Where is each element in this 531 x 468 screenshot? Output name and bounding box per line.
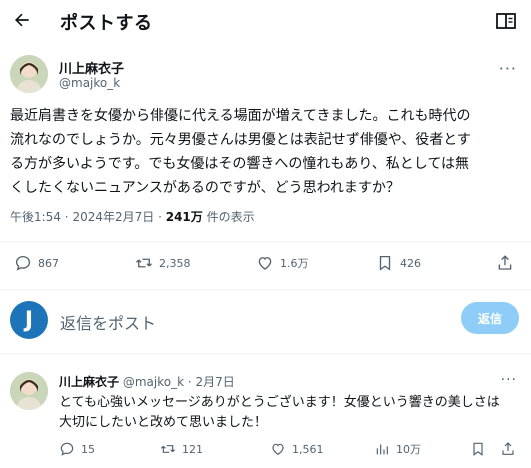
meta-separator: ·: [158, 210, 162, 224]
post-text-line: 流れなのでしょうか。元々男優さんは男優とは表記せず俳優や、役者とす: [10, 132, 471, 148]
avatar-image: [10, 372, 48, 410]
reply-input[interactable]: 返信をポスト: [60, 310, 156, 334]
repost-action[interactable]: 2,358: [135, 254, 191, 272]
repost-icon: [160, 445, 176, 453]
post-meta: 午後1:54 · 2024年2月7日 · 241万 件の表示: [10, 208, 255, 225]
post-text-line: る方が多いようです。でも女優はその響きへの憧れもあり、私としては無: [10, 156, 470, 172]
reply-text-line: 大切にしたいと改めて思いました！: [59, 415, 268, 430]
views-action[interactable]: 10万: [374, 441, 421, 457]
bookmark-count: 426: [400, 256, 421, 270]
post-time[interactable]: 午後1:54: [10, 210, 61, 224]
author-name[interactable]: 川上麻衣子: [59, 58, 124, 77]
back-button[interactable]: [8, 6, 36, 34]
arrow-left-icon: [15, 13, 29, 27]
like-count: 1.6万: [280, 257, 309, 270]
reply-date[interactable]: 2月7日: [196, 375, 235, 389]
avatar[interactable]: [10, 55, 48, 93]
reply-count: 15: [81, 442, 95, 456]
like-action[interactable]: 1,561: [270, 441, 324, 457]
reply-action[interactable]: 867: [14, 254, 59, 272]
bookmark-icon: [379, 255, 391, 271]
current-user-avatar[interactable]: J: [10, 301, 48, 339]
post-actions: 867 2,358 1.6万 426: [0, 246, 531, 286]
reply-action[interactable]: 15: [59, 441, 95, 457]
divider: [0, 241, 531, 242]
heart-icon: [258, 257, 272, 270]
analytics-icon: [376, 444, 388, 455]
share-action[interactable]: [500, 441, 522, 457]
author-handle[interactable]: @majko_k: [123, 375, 184, 389]
more-dots-icon: ···: [498, 59, 517, 78]
bookmark-action[interactable]: 426: [376, 254, 421, 272]
post-body: 最近肩書きを女優から俳優に代える場面が増えてきました。これも時代の 流れなのでし…: [10, 104, 521, 200]
author-name[interactable]: 川上麻衣子: [59, 375, 119, 389]
meta-separator: ·: [64, 210, 69, 224]
page-title: ポストする: [60, 13, 153, 34]
reply-icon: [15, 255, 31, 271]
share-action[interactable]: [496, 254, 520, 272]
reply-text-line: とても心強いメッセージありがとうございます！女優という響きの美しさは: [59, 395, 500, 410]
share-icon: [502, 442, 514, 455]
post-text-line: くしたくないニュアンスがあるのですが、どう思われますか？: [10, 180, 400, 196]
reply-count: 867: [38, 256, 59, 270]
meta-separator: ·: [187, 375, 192, 389]
avatar-image: [10, 55, 48, 93]
views-count: 10万: [396, 443, 421, 456]
more-button[interactable]: ···: [499, 59, 517, 78]
author-handle[interactable]: @majko_k: [59, 76, 120, 90]
views-count: 241万: [165, 210, 203, 224]
share-icon: [498, 255, 512, 270]
repost-action[interactable]: 121: [160, 441, 203, 457]
reply-tweet[interactable]: 川上麻衣子 @majko_k · 2月7日 ··· とても心強いメッセージありが…: [0, 368, 531, 468]
reader-mode-icon: [496, 13, 516, 29]
reply-submit-button[interactable]: 返信: [461, 302, 519, 334]
like-count: 1,561: [292, 442, 324, 456]
repost-count: 121: [182, 442, 203, 456]
more-dots-icon: ···: [500, 372, 517, 388]
repost-icon: [136, 258, 152, 268]
repost-count: 2,358: [159, 256, 191, 270]
post-author: 川上麻衣子 @majko_k ···: [10, 55, 521, 95]
bookmark-icon: [473, 442, 483, 456]
divider: [0, 289, 531, 290]
reader-mode-button[interactable]: [495, 11, 517, 31]
divider: [0, 353, 531, 354]
page-header: ポストする: [0, 0, 531, 42]
reply-compose: J 返信をポスト 返信: [0, 298, 531, 344]
reply-tweet-body: とても心強いメッセージありがとうございます！女優という響きの美しさは 大切にした…: [59, 393, 521, 433]
like-action[interactable]: 1.6万: [256, 254, 309, 272]
post-date[interactable]: 2024年2月7日: [72, 210, 154, 224]
more-button[interactable]: ···: [501, 372, 517, 388]
bookmark-action[interactable]: [470, 441, 492, 457]
reply-tweet-actions: 15 121 1,561 10万: [0, 438, 531, 462]
reply-tweet-header: 川上麻衣子 @majko_k · 2月7日: [59, 373, 235, 390]
post-text-line: 最近肩書きを女優から俳優に代える場面が増えてきました。これも時代の: [10, 108, 471, 124]
reply-icon: [60, 442, 74, 456]
views-label: 件の表示: [206, 210, 255, 224]
heart-icon: [272, 443, 284, 456]
avatar[interactable]: [10, 372, 48, 410]
